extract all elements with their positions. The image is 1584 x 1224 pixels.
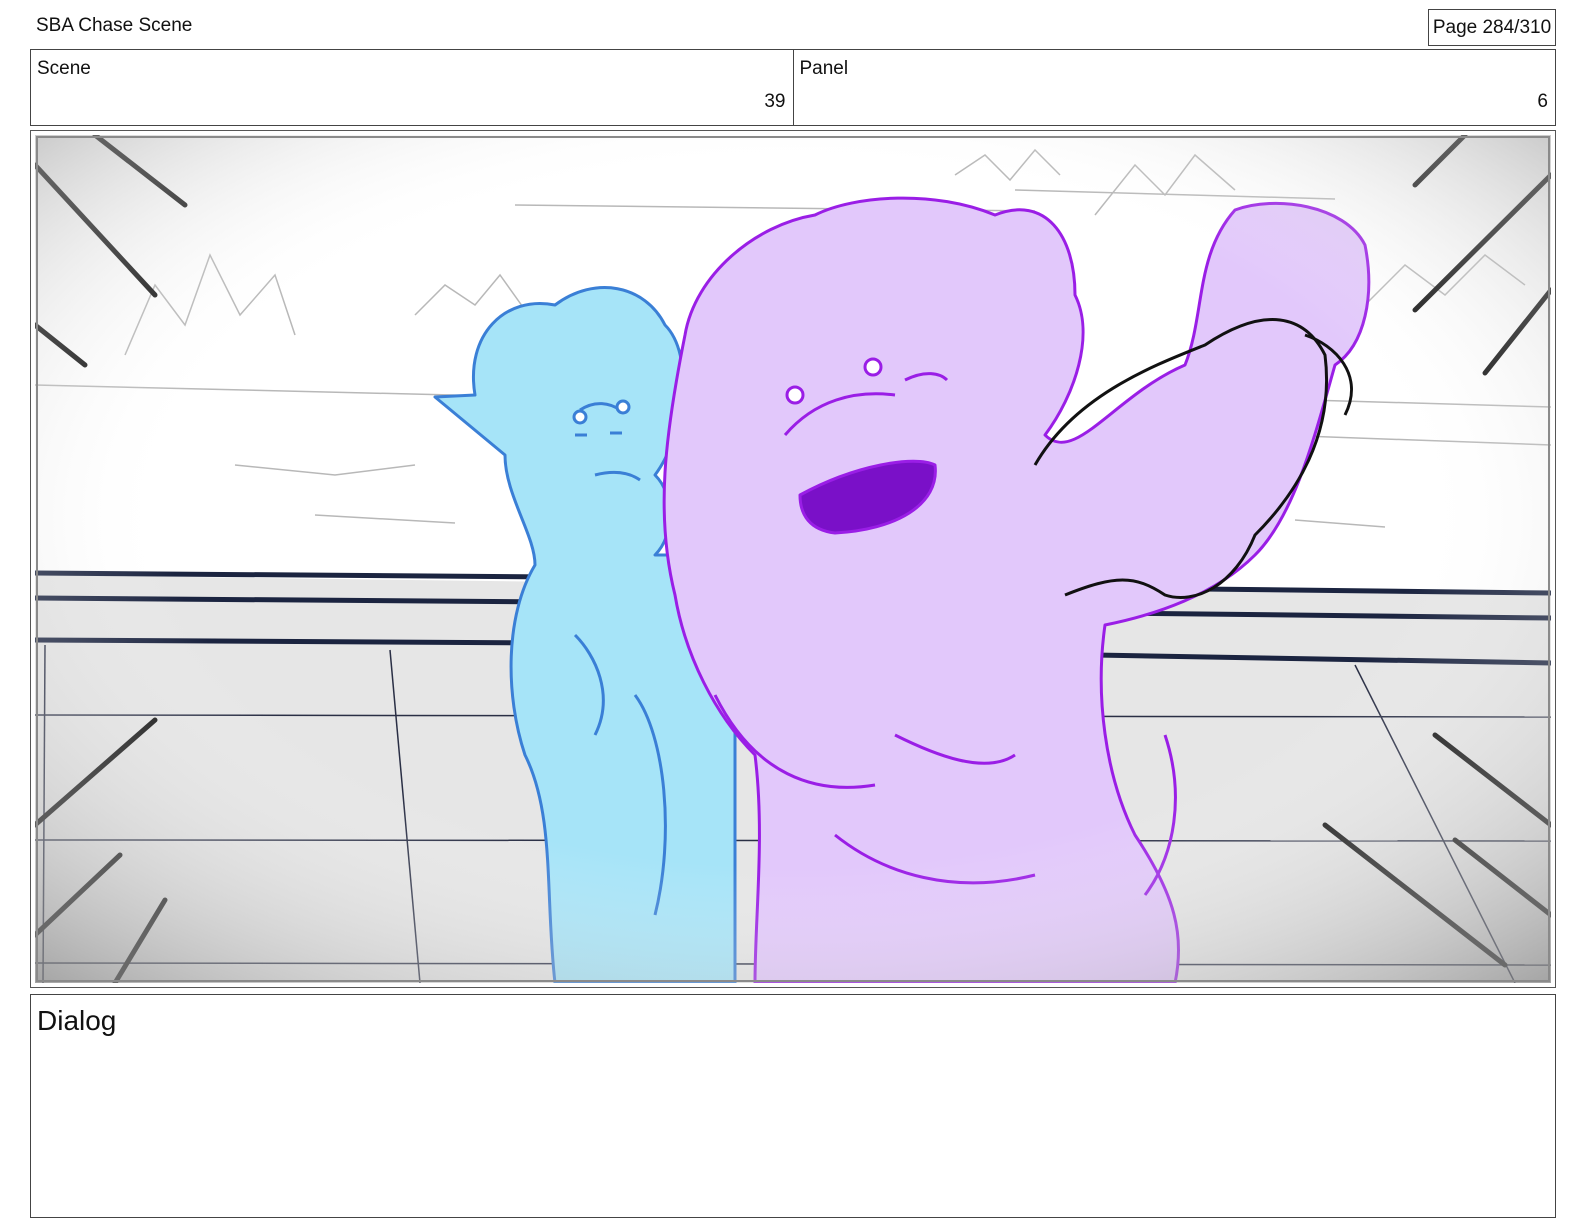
dialog-box: Dialog xyxy=(30,994,1556,1218)
document-title: SBA Chase Scene xyxy=(36,15,193,36)
storyboard-frame xyxy=(30,130,1556,988)
page-indicator: Page 284/310 xyxy=(1428,9,1556,46)
scene-cell: Scene 39 xyxy=(31,50,793,125)
dialog-label: Dialog xyxy=(37,1005,117,1036)
scene-number: 39 xyxy=(764,91,786,112)
storyboard-sketch xyxy=(35,135,1551,983)
panel-label: Panel xyxy=(799,58,849,79)
panel-number: 6 xyxy=(1537,91,1548,112)
panel-cell: Panel 6 xyxy=(792,50,1556,125)
panel-info-row: Scene 39 Panel 6 xyxy=(30,49,1556,126)
scene-label: Scene xyxy=(37,58,91,79)
